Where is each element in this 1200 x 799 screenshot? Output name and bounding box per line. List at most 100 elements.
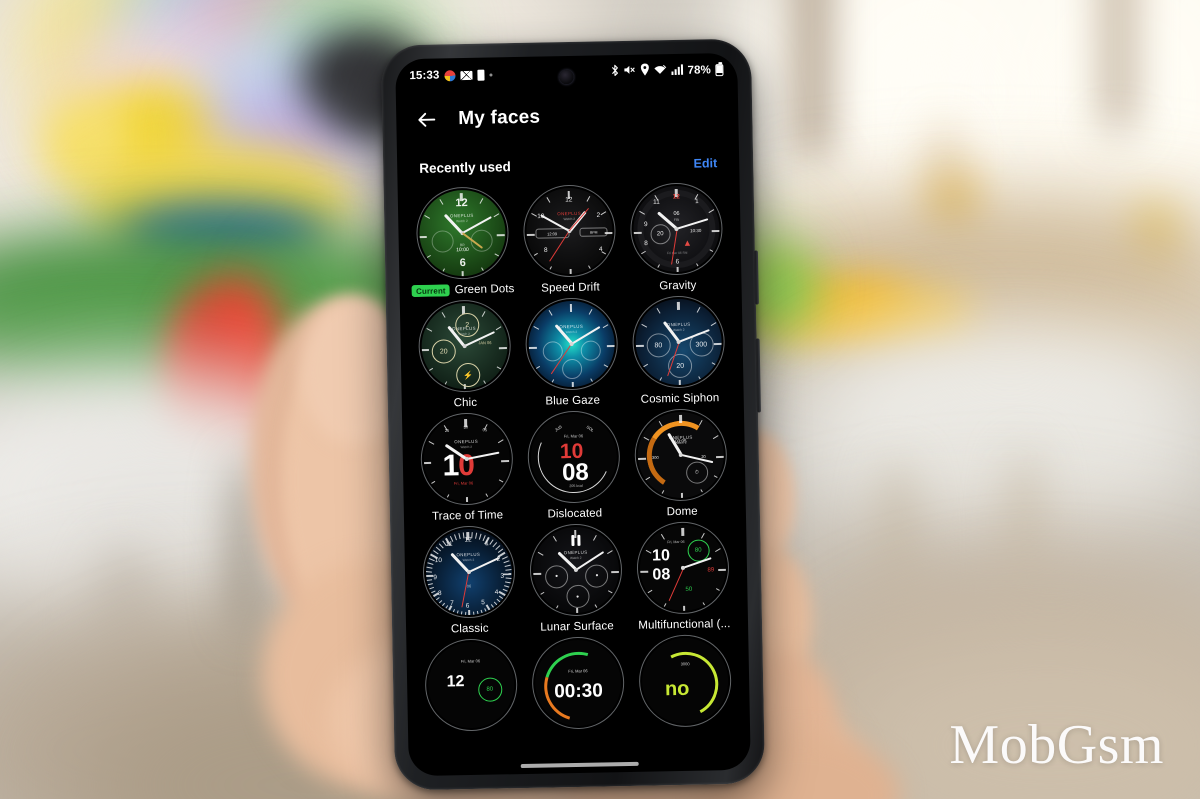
watch-dial: 12 1 11 9 8 6 20 10:30 06 FRI ▲ Fri Mar …: [629, 182, 724, 276]
watch-face-card[interactable]: 25 50 05 ONEPLUS Watch 2 10 Fri, Mar 06 …: [412, 412, 521, 523]
watch-subbrand: Watch 2: [565, 330, 578, 335]
watch-face-preview: ONEPLUS Watch 2 2 20 ⚡ JAN 06: [417, 299, 512, 393]
watch-face-name: Cosmic Siphon: [640, 392, 720, 406]
watch-face-name: Lunar Surface: [540, 620, 614, 634]
watch-dial: ONEPLUS Watch 2 2 20 ⚡ JAN 06: [417, 299, 512, 393]
watch-face-preview: Fri, Mar 06 12 80: [423, 638, 518, 732]
watch-face-card[interactable]: 3000 no: [631, 634, 740, 728]
watch-subbrand: Watch 2: [456, 219, 468, 224]
watch-face-label: Cosmic Siphon: [641, 392, 720, 406]
watch-brand: ONEPLUS: [559, 324, 584, 330]
battery-percentage: 78%: [687, 64, 712, 77]
watch-face-label: Speed Drift: [541, 281, 600, 294]
phone-screen: 15:33 78% My faces Recently used Edit 12…: [395, 52, 751, 777]
watch-face-label: Dislocated: [547, 507, 602, 520]
watch-face-label: Classic: [451, 623, 489, 636]
watch-face-preview: ONEPLUS Watch 2: [524, 297, 619, 391]
recently-used-label: Recently used: [419, 159, 511, 176]
health-icon: [444, 69, 456, 81]
watch-face-preview: 3000 no: [638, 634, 733, 728]
status-bar-left: 15:33: [409, 68, 493, 83]
watch-face-label: Lunar Surface: [540, 620, 614, 633]
watch-face-name: Blue Gaze: [545, 394, 601, 408]
watch-face-preview: ONEPLUS Watch 2 80 300 20: [632, 295, 726, 389]
watch-dial: 25 50 05 ONEPLUS Watch 2 10 Fri, Mar 06: [419, 412, 514, 506]
watch-brand: ONEPLUS: [666, 321, 691, 328]
watch-face-card[interactable]: 12 2 4 8 10 ONEPLUS Watch 2 12:09 BPM Sp…: [515, 184, 624, 295]
watch-face-preview: ONEPLUS Watch 2 ● ● ●: [529, 523, 623, 617]
watch-face-name: Chic: [453, 396, 478, 410]
watch-face-preview: Fri, Mar 06 00:30: [531, 636, 626, 730]
watch-face-label: Chic: [454, 397, 478, 409]
edit-button[interactable]: Edit: [693, 156, 717, 170]
mute-icon: [623, 64, 636, 80]
watch-dial: Fri, Mar 06 10 08 80 89 50: [636, 521, 731, 615]
dot-icon: [489, 72, 493, 77]
watch-face-card[interactable]: Fri, Mar 06 00:30: [524, 636, 633, 730]
watch-face-name: Trace of Time: [431, 509, 504, 523]
watch-subbrand: Watch 2: [569, 556, 582, 561]
watch-face-preview: 12 1 11 9 8 6 20 10:30 06 FRI ▲ Fri Mar …: [629, 182, 724, 276]
watch-brand: ONEPLUS: [563, 549, 588, 556]
page-title: My faces: [458, 106, 541, 130]
home-indicator[interactable]: [520, 761, 639, 769]
watch-dial: ONEPLUS Watch 2 ● ● ●: [529, 523, 623, 617]
watch-face-preview: 12 6 ONEPLUS Watch 2 10:00 BR: [415, 186, 510, 280]
watch-face-card[interactable]: ONEPLUS Watch 2 03:05 ⏱ 300 20 Dome: [627, 408, 736, 519]
location-icon: [640, 63, 649, 80]
watch-face-name: Speed Drift: [541, 281, 600, 295]
watch-face-card[interactable]: JUS SOL Fri, Mar 06 10 08 205 kcal Dislo…: [519, 410, 628, 521]
watch-dial: Fri, Mar 06 12 80: [423, 638, 518, 732]
watch-face-label: Current Green Dots: [411, 283, 515, 298]
watch-dial: JUS SOL Fri, Mar 06 10 08 205 kcal: [526, 410, 621, 504]
watch-dial: 12 6 ONEPLUS Watch 2 10:00 BR: [415, 186, 510, 280]
battery-icon: [715, 64, 724, 77]
watermark: MobGsm: [949, 714, 1164, 776]
document-icon: [477, 69, 485, 81]
watch-face-name: Dome: [666, 505, 698, 519]
watch-face-name: Dislocated: [547, 507, 603, 521]
app-bar: My faces: [396, 87, 739, 148]
status-time: 15:33: [409, 69, 440, 83]
watch-face-preview: 25 50 05 ONEPLUS Watch 2 10 Fri, Mar 06: [419, 412, 514, 506]
signal-icon: [671, 64, 683, 79]
watch-subbrand: Watch 2: [563, 217, 576, 222]
watch-faces-grid: 12 6 ONEPLUS Watch 2 10:00 BR Current Gre…: [398, 180, 750, 732]
watch-face-card[interactable]: Fri, Mar 06 12 80: [416, 638, 525, 732]
watch-face-preview: JUS SOL Fri, Mar 06 10 08 205 kcal: [526, 410, 621, 504]
watch-dial: Fri, Mar 06 00:30: [531, 636, 626, 730]
watch-brand: ONEPLUS: [454, 439, 479, 445]
watch-face-preview: 12 2 4 8 10 ONEPLUS Watch 2 12:09 BPM: [522, 184, 617, 278]
watch-face-card[interactable]: 12 6 ONEPLUS Watch 2 10:00 BR Current Gre…: [408, 186, 517, 298]
watch-face-name: Gravity: [659, 279, 697, 293]
watch-face-card[interactable]: 12 1 11 9 8 6 20 10:30 06 FRI ▲ Fri Mar …: [622, 182, 731, 293]
watch-face-card[interactable]: Fri, Mar 06 10 08 80 89 50 Multifunction…: [629, 521, 738, 632]
watch-face-preview: Fri, Mar 06 10 08 80 89 50: [636, 521, 731, 615]
bluetooth-icon: [610, 64, 619, 81]
gmail-icon: [460, 70, 473, 80]
watch-dial: ONEPLUS Watch 2 80 300 20: [632, 295, 726, 389]
wifi-icon: [653, 64, 667, 79]
back-arrow-icon[interactable]: [414, 108, 438, 132]
watch-dial: ONEPLUS Watch 2 03:05 ⏱ 300 20: [634, 408, 728, 502]
watch-dial: 3000 no: [638, 634, 733, 728]
watch-face-card[interactable]: ONEPLUS Watch 2 ● ● ● Lunar Surface: [521, 523, 630, 634]
watch-subbrand: Watch 2: [462, 558, 475, 563]
watch-face-name: Multifunctional (...: [638, 618, 731, 632]
watch-dial: 12 1 2 3 4 5 6 7 8 9 10 11 ONEPLUS Watch…: [421, 525, 516, 619]
watch-face-card[interactable]: ONEPLUS Watch 2 Blue Gaze: [517, 297, 626, 408]
watch-face-card[interactable]: ONEPLUS Watch 2 2 20 ⚡ JAN 06 Chic: [410, 299, 519, 410]
watch-face-label: Gravity: [659, 280, 696, 293]
watch-face-name: Classic: [450, 622, 489, 636]
watch-face-label: Dome: [667, 506, 698, 519]
watch-dial: ONEPLUS Watch 2: [524, 297, 619, 391]
watch-face-name: Green Dots: [454, 283, 515, 297]
watch-face-preview: 12 1 2 3 4 5 6 7 8 9 10 11 ONEPLUS Watch…: [421, 525, 516, 619]
watch-brand: ONEPLUS: [557, 211, 582, 217]
watch-subbrand: Watch 2: [672, 328, 685, 333]
watch-face-card[interactable]: ONEPLUS Watch 2 80 300 20 Cosmic Siphon: [624, 295, 733, 406]
watch-brand: ONEPLUS: [456, 552, 481, 558]
watch-face-card[interactable]: 12 1 2 3 4 5 6 7 8 9 10 11 ONEPLUS Watch…: [414, 525, 523, 636]
section-header: Recently used Edit: [397, 141, 740, 187]
watch-face-label: Blue Gaze: [545, 394, 600, 407]
